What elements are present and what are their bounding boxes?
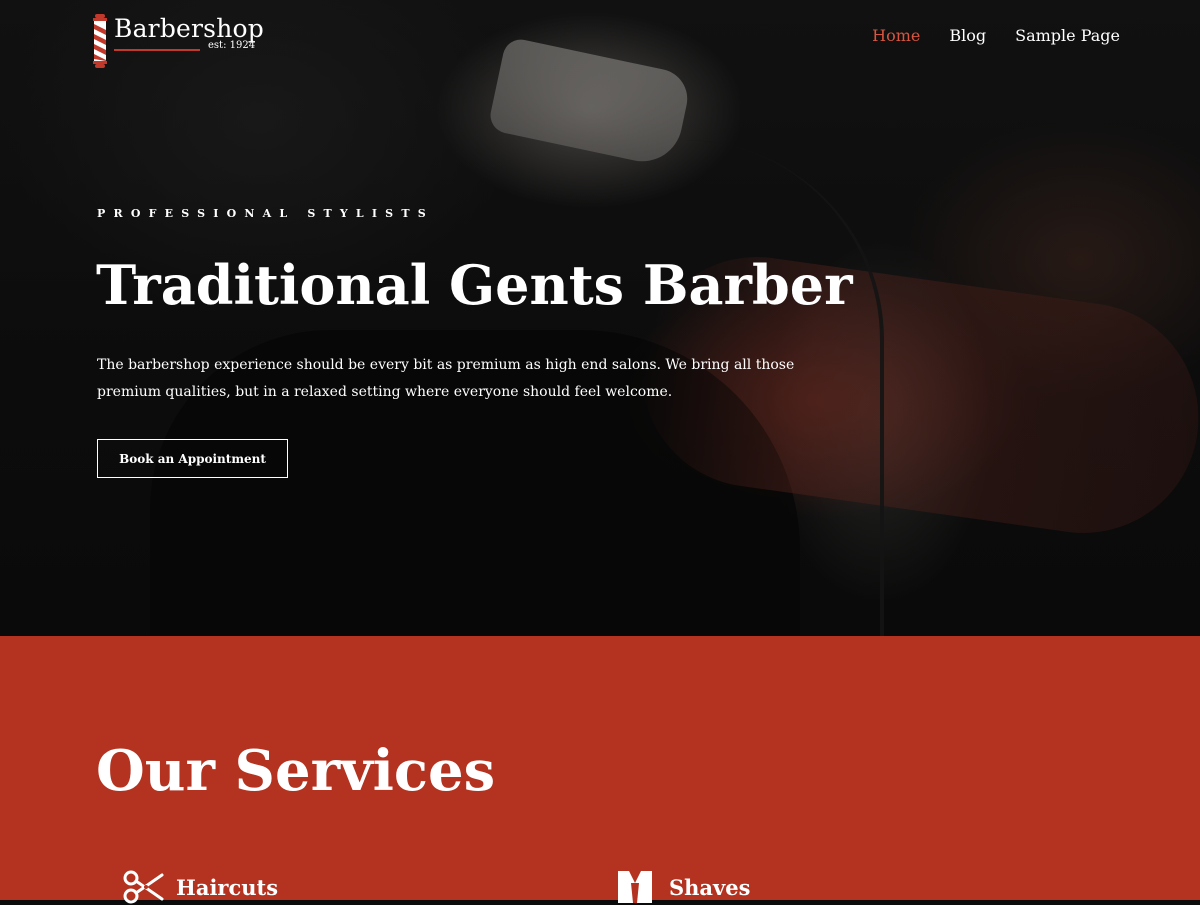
service-name: Shaves: [669, 874, 751, 900]
site-header: Barbershop est: 1924 Home Blog Sample Pa…: [0, 0, 1200, 80]
services-title: Our Services: [96, 738, 496, 804]
hero-headline: Traditional Gents Barber: [96, 253, 853, 317]
site-logo[interactable]: Barbershop est: 1924: [92, 14, 264, 68]
service-name: Haircuts: [176, 874, 279, 900]
hero-kicker: PROFESSIONAL STYLISTS: [97, 207, 434, 220]
services-section: Our Services Haircuts Shaves: [0, 636, 1200, 904]
nav-sample-page[interactable]: Sample Page: [1015, 26, 1120, 45]
hero-intro: The barbershop experience should be ever…: [97, 357, 795, 400]
logo-established: est: 1924: [208, 40, 256, 51]
main-nav: Home Blog Sample Page: [872, 26, 1120, 45]
nav-blog[interactable]: Blog: [949, 26, 986, 45]
barber-pole-icon: [92, 14, 108, 68]
book-appointment-button[interactable]: Book an Appointment: [97, 439, 288, 478]
nav-home[interactable]: Home: [872, 26, 920, 45]
hero-section: Barbershop est: 1924 Home Blog Sample Pa…: [0, 0, 1200, 636]
logo-rule: [114, 49, 200, 51]
